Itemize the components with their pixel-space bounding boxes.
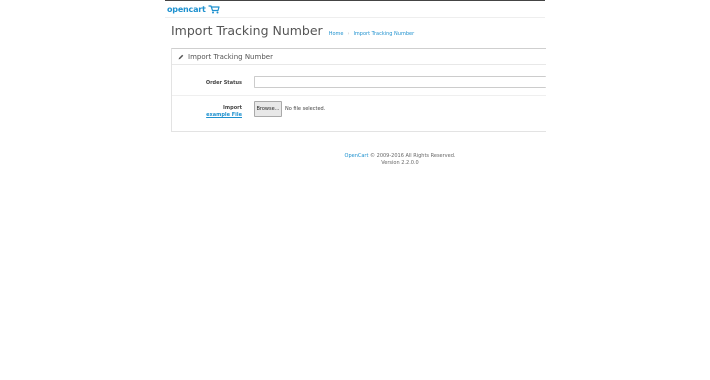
file-status-text: No file selected. bbox=[285, 106, 326, 112]
footer-version: Version 2.2.0.0 bbox=[381, 160, 419, 166]
breadcrumb: Home › Import Tracking Number bbox=[329, 31, 414, 37]
page-title: Import Tracking Number bbox=[171, 23, 323, 38]
import-row: Import example File Browse... No file se… bbox=[172, 97, 546, 127]
page-header: Import Tracking Number Home › Import Tra… bbox=[171, 23, 414, 38]
import-label: Import bbox=[223, 105, 242, 111]
order-status-row: Order Status bbox=[172, 73, 546, 96]
opencart-logo[interactable]: opencart bbox=[167, 3, 220, 15]
breadcrumb-current[interactable]: Import Tracking Number bbox=[353, 31, 414, 37]
panel-heading: Import Tracking Number bbox=[172, 49, 546, 65]
cart-icon bbox=[208, 5, 220, 14]
footer: OpenCart © 2009-2016 All Rights Reserved… bbox=[250, 153, 550, 167]
breadcrumb-separator: › bbox=[347, 31, 350, 37]
import-label-group: Import example File bbox=[206, 105, 242, 119]
pencil-icon bbox=[178, 54, 184, 59]
opencart-footer-link[interactable]: OpenCart bbox=[345, 153, 369, 159]
browse-button[interactable]: Browse... bbox=[254, 101, 282, 117]
order-status-label: Order Status bbox=[205, 80, 242, 86]
logo-text: opencart bbox=[167, 4, 206, 14]
panel-title: Import Tracking Number bbox=[188, 52, 273, 61]
order-status-select[interactable] bbox=[254, 76, 546, 88]
top-header: opencart bbox=[165, 0, 545, 18]
import-panel: Import Tracking Number Order Status Impo… bbox=[171, 48, 546, 132]
breadcrumb-home[interactable]: Home bbox=[329, 31, 344, 37]
example-file-link[interactable]: example File bbox=[206, 112, 242, 119]
footer-copyright-line: OpenCart © 2009-2016 All Rights Reserved… bbox=[250, 153, 550, 160]
footer-copyright: © 2009-2016 All Rights Reserved. bbox=[368, 153, 456, 159]
